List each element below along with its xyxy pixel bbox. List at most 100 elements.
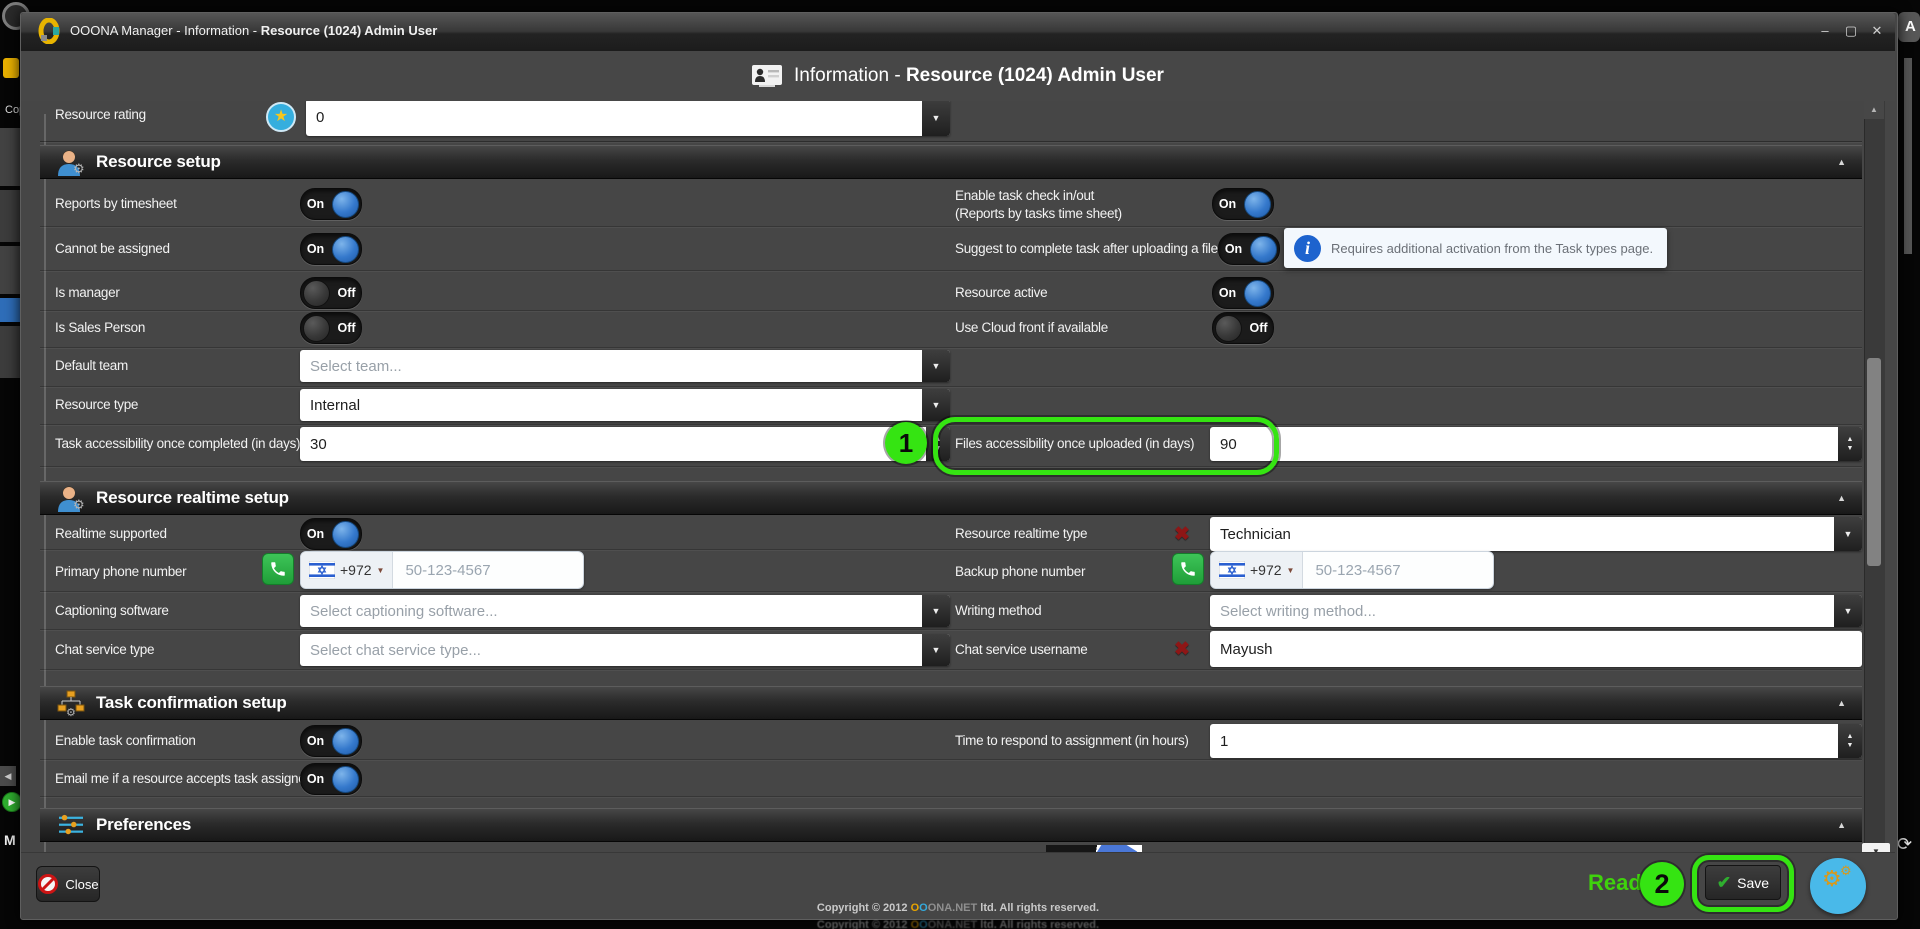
spin-up-icon[interactable]: ▲: [1847, 732, 1854, 741]
scroll-up-button[interactable]: ▲: [1864, 101, 1884, 119]
toggle-state: Off: [332, 286, 361, 300]
primary-phone-input[interactable]: +972 ▼ 50-123-4567: [300, 551, 584, 589]
spinner[interactable]: ▲▼: [1838, 724, 1862, 758]
spin-up-icon[interactable]: ▲: [1847, 435, 1854, 444]
spinner[interactable]: ▲▼: [926, 427, 950, 461]
spin-up-icon[interactable]: ▲: [935, 435, 942, 444]
enable-task-check-toggle[interactable]: On: [1212, 188, 1274, 220]
spin-down-icon[interactable]: ▼: [935, 444, 942, 453]
time-to-respond-input[interactable]: 1 ▲▼: [1210, 724, 1862, 758]
section-preferences[interactable]: Preferences ▲: [40, 808, 1862, 842]
section-realtime-setup[interactable]: ⚙ Resource realtime setup ▲: [40, 481, 1862, 515]
toggle-knob: [1244, 280, 1271, 307]
scrollbar-thumb[interactable]: [1867, 358, 1881, 566]
is-manager-toggle[interactable]: Off: [300, 277, 362, 309]
enable-confirmation-label: Enable task confirmation: [55, 733, 196, 748]
realtime-supported-toggle[interactable]: On: [300, 518, 362, 550]
resource-type-select[interactable]: Internal ▼: [300, 389, 950, 421]
back-button[interactable]: ◀: [0, 766, 16, 786]
chevron-down-icon[interactable]: ▼: [922, 350, 950, 382]
resource-active-toggle[interactable]: On: [1212, 277, 1274, 309]
save-button[interactable]: ✔ Save: [1705, 865, 1781, 900]
chevron-down-icon[interactable]: ▼: [1834, 595, 1862, 627]
writing-method-select[interactable]: Select writing method... ▼: [1210, 595, 1862, 627]
select-value: Technician: [1210, 517, 1834, 551]
email-me-label: Email me if a resource accepts task assi…: [55, 771, 313, 786]
clear-icon[interactable]: ✖: [1174, 638, 1190, 661]
phone-icon[interactable]: [1172, 553, 1204, 585]
close-window-button[interactable]: ✕: [1866, 22, 1888, 40]
row-divider: [40, 386, 1862, 388]
files-accessibility-input[interactable]: 90 ▲▼: [1210, 427, 1862, 461]
toggle-state: On: [1213, 197, 1242, 211]
country-code-select[interactable]: +972 ▼: [1211, 552, 1303, 588]
collapse-icon[interactable]: ▲: [1837, 820, 1846, 830]
chevron-down-icon[interactable]: ▼: [922, 389, 950, 421]
chevron-down-icon[interactable]: ▼: [1834, 517, 1862, 551]
chat-username-input[interactable]: Mayush: [1210, 631, 1862, 667]
page-title-prefix: Information -: [794, 65, 906, 86]
chevron-down-icon[interactable]: ▼: [922, 634, 950, 666]
refresh-icon[interactable]: ⟳: [1897, 834, 1912, 855]
country-code-select[interactable]: +972 ▼: [301, 552, 393, 588]
suggest-complete-toggle[interactable]: On: [1218, 233, 1280, 265]
spinner[interactable]: ▲▼: [1838, 427, 1862, 461]
ooona-logo-icon: [37, 18, 63, 44]
collapse-icon[interactable]: ▲: [1837, 157, 1846, 167]
copyright-reflection: Copyright © 2012 OOONA.NET ltd. All righ…: [21, 919, 1895, 929]
realtime-supported-label: Realtime supported: [55, 526, 167, 541]
email-me-toggle[interactable]: On: [300, 763, 362, 795]
status-ready: Ready: [1588, 870, 1654, 896]
resource-rating-input[interactable]: 0 ▼: [306, 99, 950, 136]
resource-active-label: Resource active: [955, 285, 1047, 300]
reports-by-timesheet-toggle[interactable]: On: [300, 188, 362, 220]
id-card-icon: [752, 65, 782, 87]
files-accessibility-label: Files accessibility once uploaded (in da…: [955, 436, 1194, 451]
spin-down-icon[interactable]: ▼: [1847, 444, 1854, 453]
section-task-confirmation[interactable]: ⚙ Task confirmation setup ▲: [40, 686, 1862, 720]
brand-o2: O: [919, 902, 928, 914]
go-button[interactable]: ▶: [2, 792, 22, 812]
underlying-m-label: M: [4, 832, 16, 848]
suggest-complete-label: Suggest to complete task after uploading…: [955, 241, 1218, 256]
task-accessibility-input[interactable]: 30 ▲▼: [300, 427, 950, 461]
cannot-be-assigned-toggle[interactable]: On: [300, 233, 362, 265]
collapse-icon[interactable]: ▲: [1837, 698, 1846, 708]
captioning-software-label: Captioning software: [55, 603, 169, 618]
enable-confirmation-toggle[interactable]: On: [300, 725, 362, 757]
minimize-button[interactable]: –: [1814, 22, 1836, 40]
save-button-label: Save: [1737, 875, 1769, 891]
gear-icon: ⚙: [1822, 866, 1842, 892]
is-sales-person-toggle[interactable]: Off: [300, 312, 362, 344]
cloud-front-toggle[interactable]: Off: [1212, 312, 1274, 344]
chevron-down-icon[interactable]: ▼: [922, 595, 950, 627]
brand-rest: ONA.NET: [928, 919, 978, 929]
collapse-icon[interactable]: ▲: [1837, 493, 1846, 503]
spin-down-icon[interactable]: ▼: [1847, 741, 1854, 750]
brand-o1: O: [911, 919, 920, 929]
select-value: Internal: [300, 389, 922, 421]
svg-text:⚙: ⚙: [73, 497, 85, 512]
chat-service-type-select[interactable]: Select chat service type... ▼: [300, 634, 950, 666]
enable-task-check-label: Enable task check in/out (Reports by tas…: [955, 187, 1122, 223]
default-team-select[interactable]: Select team... ▼: [300, 350, 950, 382]
close-button[interactable]: Close: [36, 866, 100, 902]
page-title-bold: Resource (1024) Admin User: [906, 65, 1164, 86]
chevron-down-icon[interactable]: ▼: [922, 99, 950, 136]
backup-phone-input[interactable]: +972 ▼ 50-123-4567: [1210, 551, 1494, 589]
select-placeholder: Select captioning software...: [300, 595, 922, 627]
realtime-type-select[interactable]: Technician ▼: [1210, 517, 1862, 551]
svg-text:⚙: ⚙: [73, 161, 85, 176]
clear-icon[interactable]: ✖: [1174, 523, 1190, 546]
toggle-state: On: [301, 734, 330, 748]
select-placeholder: Select team...: [300, 350, 922, 382]
prohibition-icon: [37, 873, 59, 895]
phone-icon[interactable]: [262, 553, 294, 585]
maximize-button[interactable]: ▢: [1840, 22, 1862, 40]
captioning-software-select[interactable]: Select captioning software... ▼: [300, 595, 950, 627]
person-gear-icon: ⚙: [56, 484, 86, 512]
toggle-knob: [1215, 315, 1242, 342]
toggle-state: Off: [1244, 321, 1273, 335]
section-title: Preferences: [96, 815, 191, 835]
section-resource-setup[interactable]: ⚙ Resource setup ▲: [40, 145, 1862, 179]
